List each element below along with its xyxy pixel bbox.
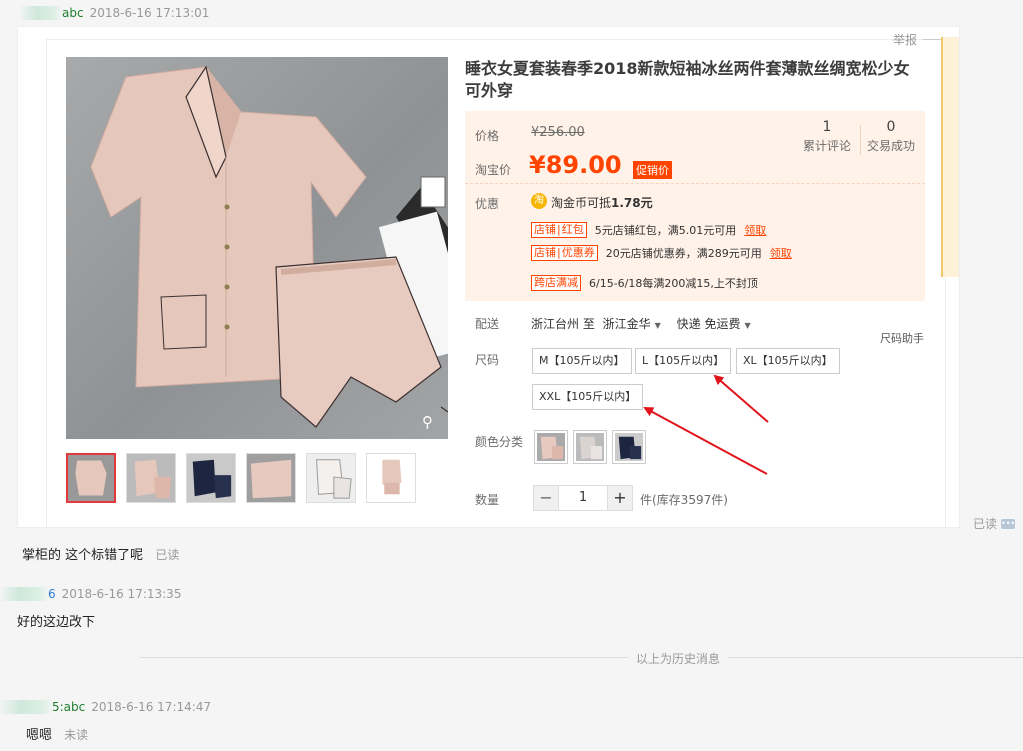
sender-name-blur	[0, 587, 48, 601]
shipping-info: 浙江台州 至 浙江金华 ▼ 快递 免运费 ▼	[531, 315, 751, 332]
ship-from: 浙江台州 至	[531, 317, 595, 331]
chevron-down-icon: ▼	[744, 321, 751, 330]
sender-name: 5:abc	[52, 700, 86, 714]
message-time: 2018-6-16 17:14:47	[91, 700, 212, 714]
promo-badge: 促销价	[633, 161, 672, 179]
sender-name: 6	[48, 587, 56, 601]
thumbnail[interactable]	[246, 453, 296, 503]
read-status-text: 已读	[973, 517, 998, 531]
coin-discount-amount: 1.78元	[611, 196, 653, 210]
chevron-down-icon: ▼	[654, 321, 661, 330]
main-product-image[interactable]: ⚲	[66, 57, 448, 439]
stock-info: 件(库存3597件)	[640, 493, 728, 507]
coupon-desc: 20元店铺优惠券，满289元可用	[605, 247, 762, 260]
coupon-tag-a: 店铺	[534, 246, 556, 259]
size-label: 尺码	[475, 353, 500, 367]
product-title[interactable]: 睡衣女夏套装春季2018新款短袖冰丝两件套薄款丝绸宽松少女可外穿	[465, 58, 925, 102]
size-option[interactable]: M【105斤以内】	[532, 348, 632, 374]
thumbnail[interactable]	[186, 453, 236, 503]
claim-coupon-link[interactable]: 领取	[744, 222, 766, 238]
read-status: 已读 •••	[973, 515, 1015, 532]
message-header: 5:abc 2018-6-16 17:14:47	[0, 700, 211, 714]
shipping-label: 配送	[475, 317, 500, 331]
size-option[interactable]: XL【105斤以内】	[736, 348, 840, 374]
coupon-tag-b: 优惠券	[561, 246, 595, 259]
quantity-input[interactable]: 1	[559, 485, 607, 511]
message-header: 6 2018-6-16 17:13:35	[0, 587, 181, 601]
pajama-photo	[90, 65, 448, 428]
read-status: 未读	[64, 728, 89, 742]
ship-method-dropdown[interactable]: 快递 免运费 ▼	[677, 317, 751, 331]
sales-count-value: 0	[886, 119, 896, 135]
more-icon[interactable]: •••	[1001, 518, 1015, 529]
thumbnail-strip	[66, 453, 416, 503]
color-swatch[interactable]	[534, 430, 568, 464]
coupon-row: 跨店满减 6/15-6/18每满200减15,上不封顶	[531, 275, 758, 291]
sender-name: abc	[62, 6, 84, 20]
taobao-coin-icon: 淘	[531, 193, 547, 209]
color-label: 颜色分类	[475, 435, 524, 449]
sales-count-label: 交易成功	[866, 139, 915, 153]
quantity-decrease-button[interactable]: −	[533, 485, 559, 511]
ship-to-dropdown[interactable]: 浙江金华 ▼	[603, 317, 661, 331]
thumbnail[interactable]	[306, 453, 356, 503]
discount-label: 优惠	[475, 197, 500, 211]
coupon-tag-a: 店铺	[534, 223, 556, 236]
coupon-row: 店铺|优惠券 20元店铺优惠券，满289元可用 领取	[531, 245, 792, 261]
message-header: abc 2018-6-16 17:13:01	[20, 6, 209, 20]
coupon-desc: 5元店铺红包，满5.01元可用	[594, 224, 737, 237]
sales-count: 0 交易成功	[861, 119, 921, 154]
side-stripe	[941, 37, 959, 277]
color-swatch[interactable]	[612, 430, 646, 464]
promo-price: ¥89.00	[529, 151, 622, 179]
message-sender: 掌柜的	[22, 548, 62, 563]
coupon-tag: 店铺|优惠券	[531, 245, 598, 261]
original-price: ¥256.00	[531, 125, 585, 140]
message-text: 这个标错了呢	[65, 548, 144, 563]
size-helper-link[interactable]: 尺码助手	[880, 330, 924, 346]
read-status: 已读	[155, 548, 180, 562]
price-label: 价格	[475, 129, 500, 143]
zoom-icon[interactable]: ⚲	[422, 413, 440, 431]
quantity-increase-button[interactable]: +	[607, 485, 633, 511]
size-option[interactable]: XXL【105斤以内】	[532, 384, 644, 410]
coupon-desc: 6/15-6/18每满200减15,上不封顶	[589, 277, 758, 290]
message-time: 2018-6-16 17:13:01	[89, 6, 210, 20]
price-panel: 价格 ¥256.00 淘宝价 ¥89.00 促销价 1 累计评论 0 交易成功 …	[465, 111, 925, 301]
coupon-tag: 店铺|红包	[531, 222, 587, 238]
message-bubble: 掌柜的 这个标错了呢 已读	[22, 544, 179, 563]
history-label: 以上为历史消息	[628, 650, 729, 667]
color-swatch[interactable]	[573, 430, 607, 464]
promo-price-label: 淘宝价	[475, 163, 512, 177]
divider	[923, 39, 941, 40]
claim-coupon-link[interactable]: 领取	[770, 245, 792, 261]
product-card[interactable]: 举报 ⚲ 睡衣女夏套装春季2018新款短袖冰丝两件套薄款丝绸宽松少女可外穿 价格…	[17, 26, 960, 528]
ship-to: 浙江金华	[602, 317, 651, 331]
coupon-tag-b: 红包	[561, 223, 584, 236]
review-count-label: 累计评论	[802, 139, 851, 153]
size-option[interactable]: L【105斤以内】	[635, 348, 732, 374]
report-link[interactable]: 举报	[893, 31, 917, 48]
message-text: 嗯嗯	[26, 728, 53, 743]
coin-discount-text: 淘金币可抵	[551, 196, 612, 210]
review-count[interactable]: 1 累计评论	[797, 119, 857, 154]
thumbnail[interactable]	[366, 453, 416, 503]
ship-method: 快递 免运费	[676, 317, 741, 331]
message-bubble: 嗯嗯 未读	[26, 724, 88, 743]
quantity-label: 数量	[475, 493, 500, 507]
review-count-value: 1	[822, 119, 832, 135]
divider	[465, 183, 925, 184]
history-divider	[140, 657, 1023, 658]
message-text: 好的这边改下	[17, 615, 96, 630]
thumbnail[interactable]	[126, 453, 176, 503]
message-time: 2018-6-16 17:13:35	[61, 587, 182, 601]
coupon-row: 店铺|红包 5元店铺红包，满5.01元可用 领取	[531, 222, 766, 238]
sender-name-blur	[0, 700, 52, 714]
sender-name-blur	[20, 6, 62, 20]
coupon-tag: 跨店满减	[531, 275, 581, 291]
thumbnail[interactable]	[66, 453, 116, 503]
coin-discount: 淘金币可抵1.78元	[551, 194, 653, 211]
